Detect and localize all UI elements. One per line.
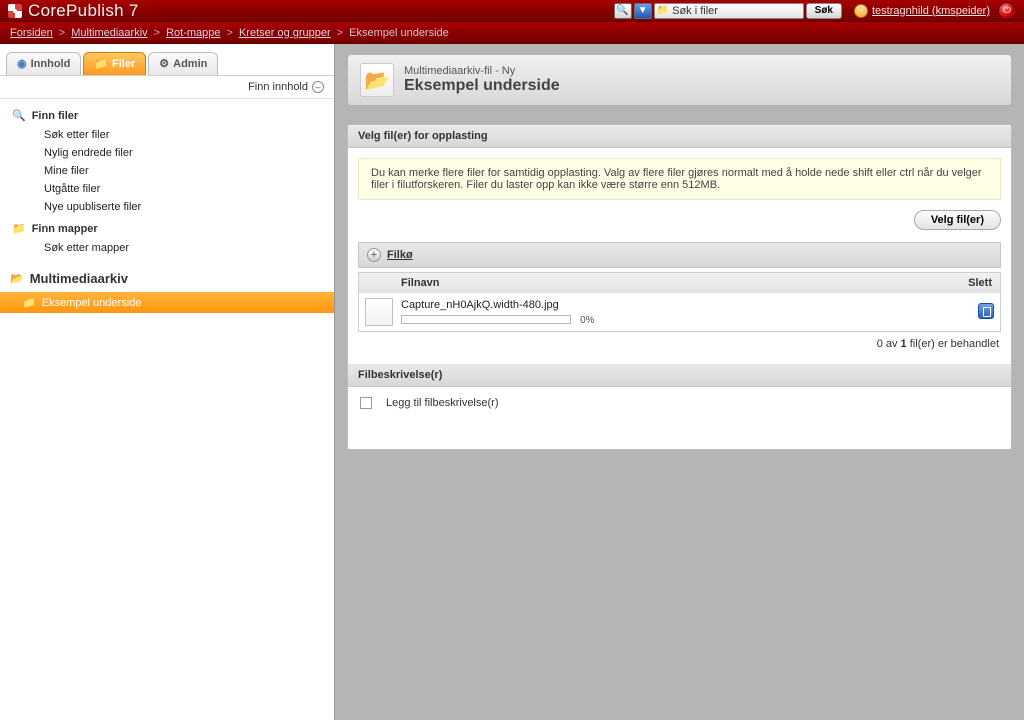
brand-logo-icon [8, 4, 22, 18]
user-link[interactable]: testragnhild (kmspeider) [872, 5, 990, 17]
avatar [854, 4, 868, 18]
search-icon[interactable]: 🔍 [614, 3, 632, 19]
top-bar: CorePublish 7 🔍 ▼ 📁 Søk i filer Søk test… [0, 0, 1024, 22]
upload-info: Du kan merke flere filer for samtidig op… [358, 158, 1001, 200]
page-icon: 📂 [360, 63, 394, 97]
page-title: Eksempel underside [404, 77, 560, 95]
plus-icon: + [367, 248, 381, 262]
select-files-button[interactable]: Velg fil(er) [914, 210, 1001, 230]
delete-file-button[interactable] [978, 303, 994, 319]
tab-admin-label: Admin [173, 58, 207, 70]
search-scope-chip[interactable]: 📁 Søk i filer [654, 3, 804, 19]
gear-icon: ⚙ [159, 57, 169, 70]
finn-mapper-label: Finn mapper [32, 223, 98, 235]
upload-summary: 0 av 1 fil(er) er behandlet [348, 332, 1011, 364]
add-filedesc-checkbox[interactable] [360, 397, 372, 409]
tab-innhold[interactable]: ◉ Innhold [6, 52, 81, 75]
crumb-forsiden[interactable]: Forsiden [10, 27, 53, 39]
filedesc-head: Filbeskrivelse(r) [348, 364, 1011, 387]
search-icon: 🔍 [12, 109, 26, 122]
finn-innhold-toggle[interactable]: Finn innhold – [0, 76, 334, 99]
nav-sok-etter-mapper[interactable]: Søk etter mapper [44, 239, 334, 257]
search-button[interactable]: Søk [806, 3, 842, 19]
archive-label: Multimediaarkiv [30, 271, 128, 286]
file-queue-header[interactable]: + Filkø [358, 242, 1001, 268]
file-table: Filnavn Slett Capture_nH0AjkQ.width-480.… [358, 272, 1001, 332]
finn-mapper-head[interactable]: 📁 Finn mapper [0, 218, 334, 239]
user-cluster: testragnhild (kmspeider) [854, 4, 990, 18]
upload-progress-bar [401, 315, 571, 324]
tree-item-label: Eksempel underside [42, 297, 142, 309]
archive-head[interactable]: 📂 Multimediaarkiv [0, 265, 334, 292]
sidebar: ◉ Innhold 📁 Filer ⚙ Admin Finn innhold –… [0, 44, 335, 720]
folder-icon: 📁 [94, 57, 108, 70]
nav-nye-upubliserte[interactable]: Nye upubliserte filer [44, 198, 334, 216]
folder-icon: 📁 [22, 296, 36, 309]
file-table-head: Filnavn Slett [359, 273, 1000, 293]
brand-title: CorePublish 7 [28, 1, 139, 21]
tab-filer-label: Filer [112, 58, 135, 70]
crumb-multimediaarkiv[interactable]: Multimediaarkiv [71, 27, 147, 39]
search-scope-dropdown-icon[interactable]: ▼ [634, 3, 652, 19]
content-card: Velg fil(er) for opplasting Du kan merke… [347, 124, 1012, 450]
finn-innhold-label: Finn innhold [248, 81, 308, 93]
crumb-current: Eksempel underside [349, 27, 449, 39]
file-queue-label: Filkø [387, 249, 413, 261]
upload-progress-pct: 0% [580, 315, 594, 326]
add-filedesc-row[interactable]: Legg til filbeskrivelse(r) [348, 387, 1011, 419]
tab-admin[interactable]: ⚙ Admin [148, 52, 218, 75]
add-filedesc-label: Legg til filbeskrivelse(r) [386, 397, 498, 409]
nav-sok-etter-filer[interactable]: Søk etter filer [44, 126, 334, 144]
search-scope-label: Søk i filer [672, 5, 718, 17]
crumb-kretser[interactable]: Kretser og grupper [239, 27, 331, 39]
page-subtitle: Multimediaarkiv-fil - Ny [404, 65, 560, 77]
search-cluster: 🔍 ▼ 📁 Søk i filer Søk [614, 3, 842, 19]
nav-nylig-endrede[interactable]: Nylig endrede filer [44, 144, 334, 162]
col-slett: Slett [960, 273, 1000, 293]
sidebar-tabs: ◉ Innhold 📁 Filer ⚙ Admin [0, 44, 334, 76]
upload-section-head: Velg fil(er) for opplasting [348, 125, 1011, 148]
main-pane: 📂 Multimediaarkiv-fil - Ny Eksempel unde… [335, 44, 1024, 720]
file-thumbnail [365, 298, 393, 326]
folder-icon: 📁 [12, 222, 26, 235]
tab-filer[interactable]: 📁 Filer [83, 52, 146, 75]
tab-innhold-label: Innhold [31, 58, 71, 70]
finn-filer-label: Finn filer [32, 110, 78, 122]
page-header: 📂 Multimediaarkiv-fil - Ny Eksempel unde… [347, 54, 1012, 106]
logout-button[interactable]: ⏻ [998, 2, 1016, 20]
finn-filer-head[interactable]: 🔍 Finn filer [0, 105, 334, 126]
globe-icon: ◉ [17, 57, 27, 70]
nav-utgatte-filer[interactable]: Utgåtte filer [44, 180, 334, 198]
file-name: Capture_nH0AjkQ.width-480.jpg [401, 299, 946, 314]
folder-icon: 📁 [657, 5, 669, 16]
file-row: Capture_nH0AjkQ.width-480.jpg 0% [359, 293, 1000, 331]
tree-item-selected[interactable]: 📁 Eksempel underside [0, 292, 334, 313]
collapse-icon: – [312, 81, 324, 93]
crumb-rot-mappe[interactable]: Rot-mappe [166, 27, 220, 39]
breadcrumb: Forsiden> Multimediaarkiv> Rot-mappe> Kr… [0, 22, 1024, 44]
col-filnavn: Filnavn [359, 273, 960, 293]
nav-mine-filer[interactable]: Mine filer [44, 162, 334, 180]
folder-open-icon: 📂 [10, 272, 24, 285]
